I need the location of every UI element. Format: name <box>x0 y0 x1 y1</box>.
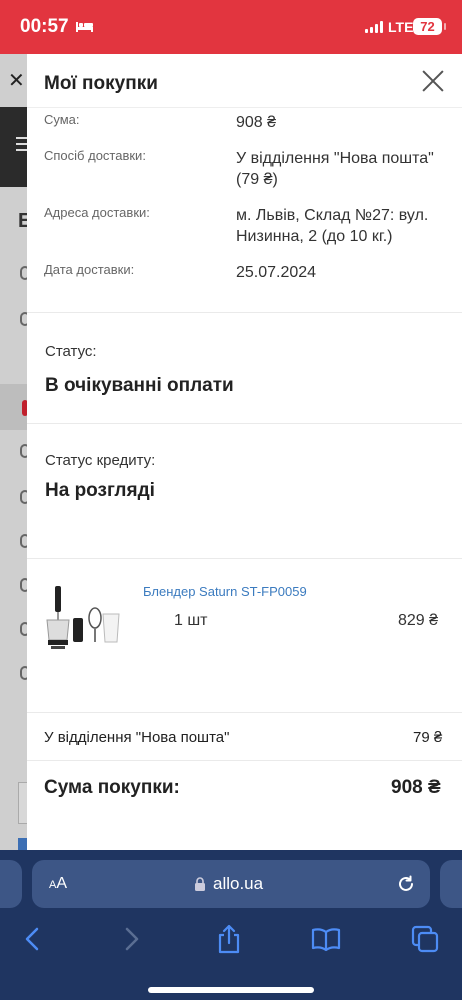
delivery-label: У відділення "Нова пошта" <box>44 729 230 746</box>
forward-arrow-icon[interactable] <box>116 924 146 954</box>
divider <box>27 760 462 761</box>
battery-indicator: 72 <box>413 18 446 35</box>
network-type: LTE <box>388 19 414 35</box>
tabs-icon[interactable] <box>410 924 440 954</box>
product-price: 829 ₴ <box>398 612 439 629</box>
sleep-focus-icon <box>76 22 93 32</box>
product-link[interactable]: Блендер Saturn ST-FP0059 <box>143 584 307 599</box>
divider <box>27 312 462 313</box>
delivery-price: 79 ₴ <box>413 729 443 746</box>
home-indicator <box>148 987 314 993</box>
close-icon[interactable]: ✕ <box>8 68 25 93</box>
bookmarks-icon[interactable] <box>311 924 341 954</box>
modal-title: Мої покупки <box>44 73 158 94</box>
previous-tab-preview[interactable] <box>0 860 22 908</box>
status-time: 00:57 <box>20 16 69 37</box>
browser-toolbar: AA allo.ua <box>0 850 462 1000</box>
total-label: Сума покупки: <box>44 777 180 798</box>
info-label: Адреса доставки: <box>44 205 150 220</box>
share-icon[interactable] <box>214 924 244 954</box>
back-arrow-icon[interactable] <box>18 924 48 954</box>
product-image[interactable] <box>45 584 123 654</box>
modal-header: Мої покупки <box>27 54 462 108</box>
status-value: В очікуванні оплати <box>45 375 234 396</box>
text-size-button[interactable]: AA <box>49 875 67 893</box>
credit-status-label: Статус кредиту: <box>45 452 156 469</box>
address-bar[interactable]: AA allo.ua <box>32 860 430 908</box>
info-label: Сума: <box>44 112 80 127</box>
divider <box>27 558 462 559</box>
purchases-modal: Мої покупки Сума: 908 ₴ Спосіб доставки:… <box>27 54 462 854</box>
close-modal-button[interactable] <box>419 67 447 95</box>
lock-icon <box>195 877 205 891</box>
next-tab-preview[interactable] <box>440 860 462 908</box>
info-value: м. Львів, Склад №27: вул. Низинна, 2 (до… <box>236 207 429 245</box>
credit-status-value: На розгляді <box>45 480 155 501</box>
reload-icon[interactable] <box>395 873 417 895</box>
background-header <box>0 107 30 187</box>
info-value: 25.07.2024 <box>236 264 317 281</box>
cellular-signal-icon <box>365 21 383 33</box>
url-text[interactable]: allo.ua <box>213 874 263 894</box>
status-label: Статус: <box>45 343 97 360</box>
product-quantity: 1 шт <box>174 612 208 629</box>
divider <box>27 712 462 713</box>
status-bar: 00:57 LTE 72 <box>0 0 462 54</box>
info-label: Спосіб доставки: <box>44 148 146 163</box>
info-label: Дата доставки: <box>44 262 135 277</box>
divider <box>27 423 462 424</box>
total-value: 908 ₴ <box>391 777 441 798</box>
info-value: У відділення "Нова пошта" (79 ₴) <box>236 150 434 188</box>
info-value: 908 ₴ <box>236 114 277 131</box>
